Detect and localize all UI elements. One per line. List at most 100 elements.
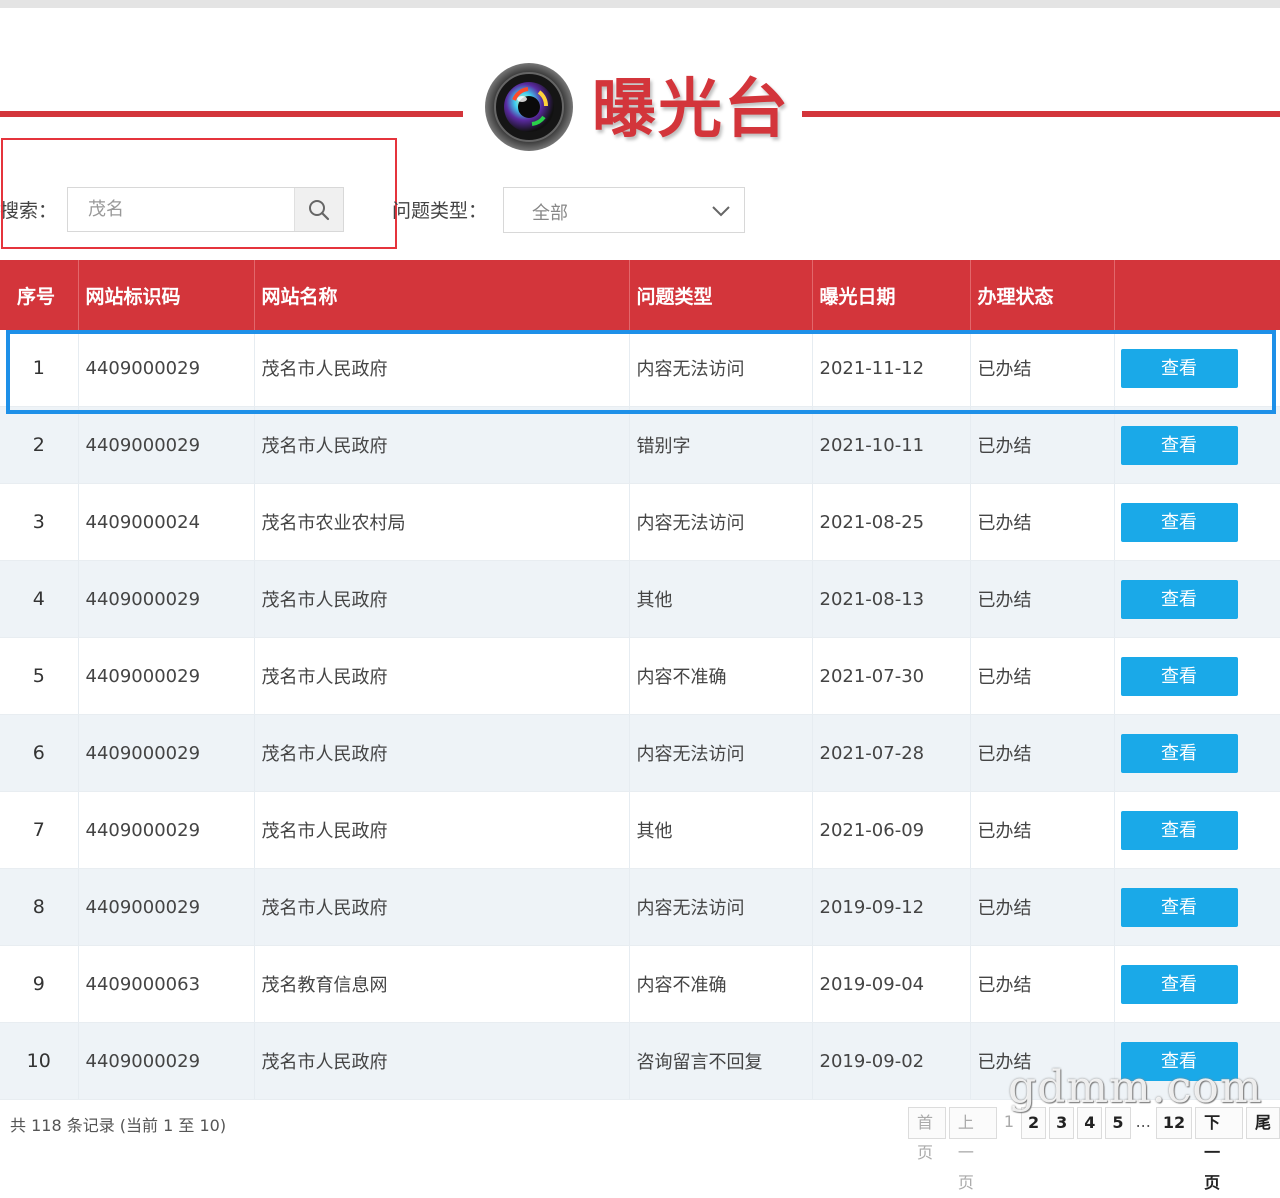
cell-date: 2019-09-02: [811, 1022, 970, 1100]
cell-name: 茂名市人民政府: [253, 1022, 629, 1100]
view-button[interactable]: 查看: [1120, 656, 1238, 696]
page-title: 曝光台: [592, 73, 790, 147]
cell-type: 内容不准确: [628, 637, 812, 715]
cell-status: 已办结: [969, 637, 1114, 715]
col-header-action: [1113, 260, 1280, 330]
cell-code: 4409000029: [77, 406, 254, 484]
watermark: gdmm.com: [1008, 1062, 1263, 1113]
cell-date: 2019-09-12: [811, 868, 970, 946]
view-button[interactable]: 查看: [1120, 579, 1238, 619]
cell-action: 查看: [1113, 637, 1280, 715]
table-row: 8 4409000029 茂名市人民政府 内容无法访问 2019-09-12 已…: [0, 868, 1280, 946]
view-button[interactable]: 查看: [1120, 733, 1238, 773]
cell-action: 查看: [1113, 406, 1280, 484]
cell-date: 2019-09-04: [811, 945, 970, 1023]
col-header-no: 序号: [0, 260, 78, 330]
cell-status: 已办结: [969, 560, 1114, 638]
cell-name: 茂名市人民政府: [253, 791, 629, 869]
cell-code: 4409000063: [77, 945, 254, 1023]
cell-name: 茂名教育信息网: [253, 945, 629, 1023]
table-row: 2 4409000029 茂名市人民政府 错别字 2021-10-11 已办结 …: [0, 406, 1280, 484]
problem-type-select[interactable]: 全部: [503, 187, 745, 233]
header-rule-right: [802, 111, 1280, 117]
pager-prev[interactable]: 上一页: [948, 1107, 997, 1192]
cell-date: 2021-07-30: [811, 637, 970, 715]
col-header-name: 网站名称: [253, 260, 629, 330]
table-row: 9 4409000063 茂名教育信息网 内容不准确 2019-09-04 已办…: [0, 945, 1280, 1023]
cell-no: 6: [0, 714, 78, 792]
cell-date: 2021-06-09: [811, 791, 970, 869]
table-row: 4 4409000029 茂名市人民政府 其他 2021-08-13 已办结 查…: [0, 560, 1280, 638]
cell-action: 查看: [1113, 483, 1280, 561]
table-row: 7 4409000029 茂名市人民政府 其他 2021-06-09 已办结 查…: [0, 791, 1280, 869]
cell-name: 茂名市农业农村局: [253, 483, 629, 561]
cell-type: 内容无法访问: [628, 714, 812, 792]
cell-status: 已办结: [969, 406, 1114, 484]
cell-no: 7: [0, 791, 78, 869]
cell-name: 茂名市人民政府: [253, 868, 629, 946]
cell-date: 2021-10-11: [811, 406, 970, 484]
cell-date: 2021-08-25: [811, 483, 970, 561]
col-header-code: 网站标识码: [77, 260, 254, 330]
col-header-type: 问题类型: [628, 260, 812, 330]
cell-code: 4409000029: [77, 1022, 254, 1100]
cell-no: 4: [0, 560, 78, 638]
view-button[interactable]: 查看: [1120, 964, 1238, 1004]
cell-type: 内容不准确: [628, 945, 812, 1023]
cell-no: 8: [0, 868, 78, 946]
col-header-date: 曝光日期: [811, 260, 970, 330]
cell-name: 茂名市人民政府: [253, 406, 629, 484]
cell-code: 4409000024: [77, 483, 254, 561]
highlight-box-red: [1, 138, 397, 249]
view-button[interactable]: 查看: [1120, 502, 1238, 542]
camera-lens-icon: [485, 63, 573, 151]
cell-name: 茂名市人民政府: [253, 560, 629, 638]
cell-action: 查看: [1113, 945, 1280, 1023]
cell-no: 3: [0, 483, 78, 561]
cell-no: 2: [0, 406, 78, 484]
cell-type: 内容无法访问: [628, 483, 812, 561]
cell-action: 查看: [1113, 868, 1280, 946]
cell-date: 2021-07-28: [811, 714, 970, 792]
cell-code: 4409000029: [77, 637, 254, 715]
cell-date: 2021-08-13: [811, 560, 970, 638]
cell-status: 已办结: [969, 483, 1114, 561]
chevron-down-icon: [712, 206, 730, 217]
cell-action: 查看: [1113, 791, 1280, 869]
cell-status: 已办结: [969, 791, 1114, 869]
cell-no: 5: [0, 637, 78, 715]
cell-status: 已办结: [969, 714, 1114, 792]
cell-type: 咨询留言不回复: [628, 1022, 812, 1100]
cell-status: 已办结: [969, 945, 1114, 1023]
cell-code: 4409000029: [77, 868, 254, 946]
cell-action: 查看: [1113, 560, 1280, 638]
cell-no: 10: [0, 1022, 78, 1100]
cell-type: 其他: [628, 791, 812, 869]
view-button[interactable]: 查看: [1120, 887, 1238, 927]
highlight-box-blue: [6, 330, 1276, 414]
cell-name: 茂名市人民政府: [253, 637, 629, 715]
cell-code: 4409000029: [77, 791, 254, 869]
cell-action: 查看: [1113, 714, 1280, 792]
pager-first[interactable]: 首页: [908, 1107, 946, 1162]
problem-type-value: 全部: [532, 203, 568, 224]
header-rule-left: [0, 111, 463, 117]
table-row: 6 4409000029 茂名市人民政府 内容无法访问 2021-07-28 已…: [0, 714, 1280, 792]
top-divider: [0, 0, 1280, 8]
view-button[interactable]: 查看: [1120, 810, 1238, 850]
cell-status: 已办结: [969, 868, 1114, 946]
table-row: 3 4409000024 茂名市农业农村局 内容无法访问 2021-08-25 …: [0, 483, 1280, 561]
cell-no: 9: [0, 945, 78, 1023]
cell-code: 4409000029: [77, 560, 254, 638]
table-header: 序号 网站标识码 网站名称 问题类型 曝光日期 办理状态: [0, 260, 1280, 330]
table-row: 5 4409000029 茂名市人民政府 内容不准确 2021-07-30 已办…: [0, 637, 1280, 715]
record-count: 共 118 条记录 (当前 1 至 10): [10, 1116, 227, 1135]
problem-type-label: 问题类型：: [392, 200, 488, 222]
col-header-status: 办理状态: [969, 260, 1114, 330]
cell-code: 4409000029: [77, 714, 254, 792]
cell-type: 错别字: [628, 406, 812, 484]
cell-type: 内容无法访问: [628, 868, 812, 946]
cell-name: 茂名市人民政府: [253, 714, 629, 792]
cell-type: 其他: [628, 560, 812, 638]
view-button[interactable]: 查看: [1120, 425, 1238, 465]
